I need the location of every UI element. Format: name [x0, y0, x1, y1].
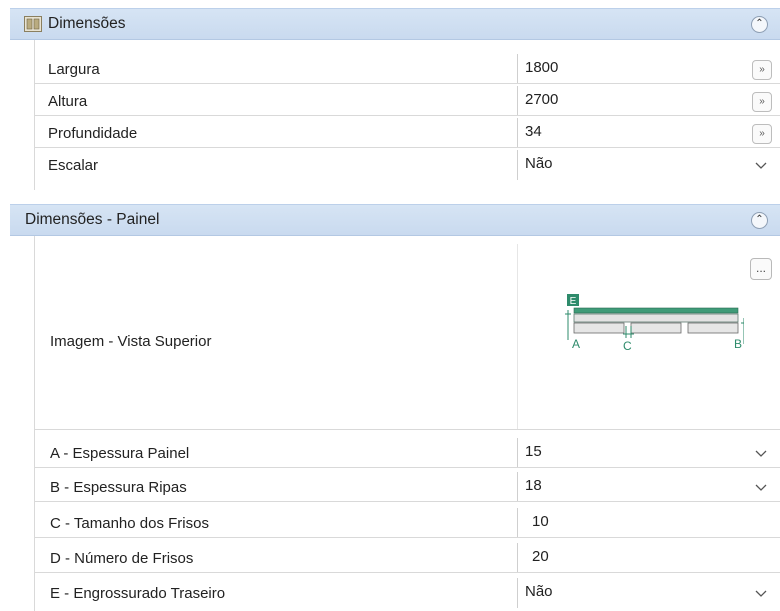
- section-title: Dimensões - Painel: [25, 211, 160, 228]
- property-row-profundidade: Profundidade 34 »: [34, 118, 780, 148]
- property-value-input[interactable]: 1800: [525, 59, 558, 76]
- label-e: E: [570, 296, 577, 307]
- property-row-numero-frisos: D - Número de Frisos 20: [34, 543, 780, 573]
- property-label: Profundidade: [48, 125, 138, 142]
- property-row-espessura-ripas: B - Espessura Ripas 18: [34, 472, 780, 502]
- section-header-dimensoes[interactable]: Dimensões ⌃: [10, 8, 780, 40]
- label-c: C: [623, 339, 632, 353]
- column-divider: [517, 150, 518, 180]
- expand-button[interactable]: »: [752, 60, 772, 80]
- dimensions-icon: [24, 16, 42, 32]
- column-divider: [517, 244, 518, 429]
- image-row: Imagem - Vista Superior ... E A B C: [34, 244, 780, 430]
- property-value-select[interactable]: Não: [525, 155, 553, 172]
- property-row-espessura-painel: A - Espessura Painel 15: [34, 438, 780, 468]
- property-value-select[interactable]: Não: [525, 583, 553, 600]
- column-divider: [517, 438, 518, 467]
- column-divider: [517, 472, 518, 501]
- property-label: Largura: [48, 61, 100, 78]
- property-row-escalar: Escalar Não: [34, 150, 780, 180]
- property-row-largura: Largura 1800 »: [34, 54, 780, 84]
- property-value-input[interactable]: 34: [525, 123, 542, 140]
- property-label: B - Espessura Ripas: [50, 479, 187, 496]
- column-divider: [517, 543, 518, 572]
- chevron-down-icon[interactable]: [754, 480, 768, 494]
- chevron-down-icon[interactable]: [754, 158, 768, 172]
- column-divider: [517, 508, 518, 537]
- property-label: D - Número de Frisos: [50, 550, 194, 567]
- property-value-input[interactable]: 10: [532, 513, 549, 530]
- ellipsis-button[interactable]: ...: [750, 258, 772, 280]
- column-divider: [517, 118, 518, 147]
- property-value-input[interactable]: 2700: [525, 91, 558, 108]
- property-label: E - Engrossurado Traseiro: [50, 585, 226, 602]
- property-row-tamanho-frisos: C - Tamanho dos Frisos 10: [34, 508, 780, 538]
- property-label: A - Espessura Painel: [50, 445, 190, 462]
- panel-top-view-diagram: E A B C: [565, 294, 744, 353]
- collapse-icon[interactable]: ⌃: [751, 16, 768, 33]
- property-label: C - Tamanho dos Frisos: [50, 515, 209, 532]
- section-header-dimensoes-painel[interactable]: Dimensões - Painel ⌃: [10, 204, 780, 236]
- property-value-input[interactable]: 20: [532, 548, 549, 565]
- label-a: A: [572, 337, 580, 351]
- property-label: Altura: [48, 93, 88, 110]
- chevron-down-icon[interactable]: [754, 446, 768, 460]
- property-label: Escalar: [48, 157, 99, 174]
- property-label: Imagem - Vista Superior: [50, 333, 212, 350]
- property-row-altura: Altura 2700 »: [34, 86, 780, 116]
- property-value-select[interactable]: 15: [525, 443, 542, 460]
- collapse-icon[interactable]: ⌃: [751, 212, 768, 229]
- column-divider: [517, 86, 518, 115]
- chevron-down-icon[interactable]: [754, 586, 768, 600]
- column-divider: [517, 54, 518, 83]
- expand-button[interactable]: »: [752, 92, 772, 112]
- properties-panel: Dimensões ⌃ Largura 1800 » Altura 2700 »…: [10, 0, 780, 611]
- property-row-engrossurado-traseiro: E - Engrossurado Traseiro Não: [34, 578, 780, 608]
- expand-button[interactable]: »: [752, 124, 772, 144]
- label-b: B: [734, 337, 742, 351]
- section-title: Dimensões: [48, 15, 126, 32]
- property-value-select[interactable]: 18: [525, 477, 542, 494]
- column-divider: [517, 578, 518, 608]
